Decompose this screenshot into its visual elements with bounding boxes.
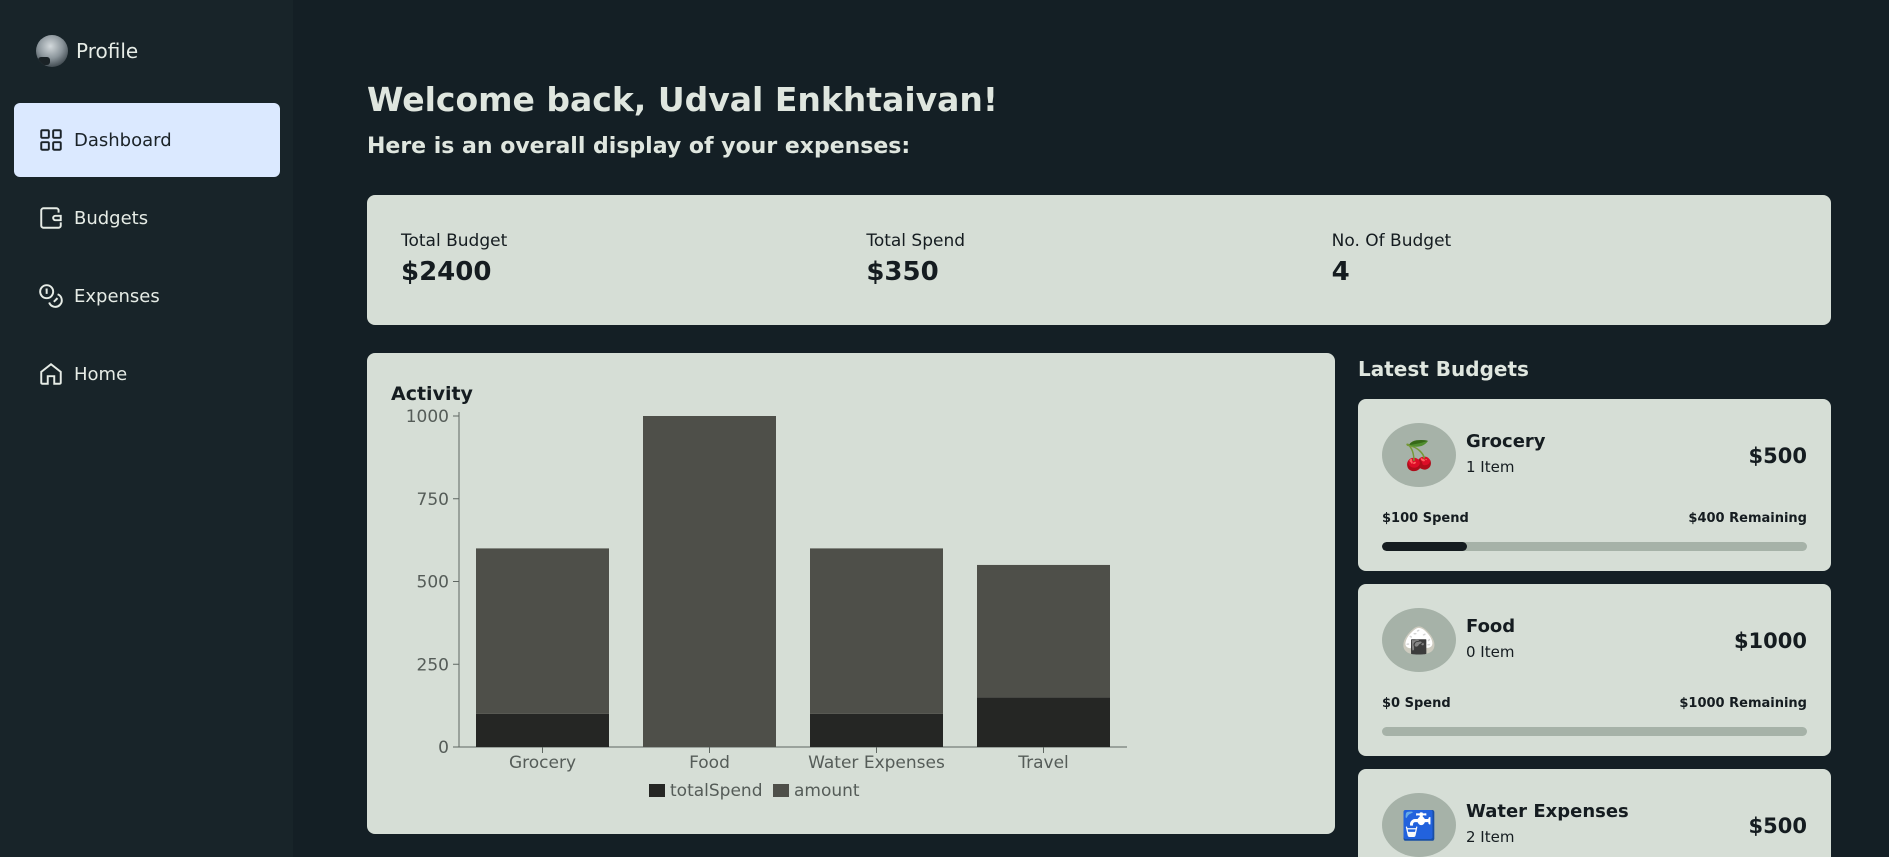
- stat-value: 4: [1331, 257, 1350, 287]
- y-tick-label: 750: [417, 490, 449, 510]
- budget-progress-fill: [1382, 542, 1467, 551]
- x-tick-label: Grocery: [509, 753, 576, 773]
- stat-value: $2400: [401, 257, 492, 287]
- stat-label: Total Budget: [401, 231, 508, 251]
- y-tick-label: 0: [438, 738, 449, 758]
- rice-ball-icon: 🍙: [1382, 608, 1456, 672]
- budget-progress-bar: [1382, 542, 1807, 551]
- budget-progress-bar: [1382, 727, 1807, 736]
- page-title: Welcome back, Udval Enkhtaivan!: [367, 80, 998, 119]
- bar-amount: [977, 564, 1110, 698]
- stat-budget-count: No. Of Budget 4: [1332, 231, 1797, 325]
- budget-card-grocery[interactable]: 🍒 Grocery 1 Item $500 $100 Spend $400 Re…: [1358, 399, 1831, 571]
- stats-card: Total Budget $2400 Total Spend $350 No. …: [367, 195, 1831, 325]
- sidebar-item-label: Home: [74, 363, 128, 385]
- sidebar-item-dashboard[interactable]: Dashboard: [14, 103, 280, 177]
- activity-chart: 0 250 500 750 1000 Grocery Food Water Expenses T…: [406, 407, 1127, 801]
- sidebar: Profile Dashboard Budgets Expenses Home: [0, 0, 293, 857]
- y-tick-label: 250: [417, 655, 449, 675]
- x-tick-label: Water Expenses: [808, 753, 945, 773]
- dashboard-icon: [38, 127, 64, 153]
- sidebar-item-home[interactable]: Home: [14, 337, 280, 411]
- cherries-icon: 🍒: [1382, 423, 1456, 487]
- sidebar-item-budgets[interactable]: Budgets: [14, 181, 280, 255]
- bar-totalSpend: [476, 713, 609, 747]
- stat-label: Total Spend: [866, 231, 966, 251]
- y-tick-label: 1000: [406, 407, 449, 427]
- avatar: [36, 35, 68, 67]
- legend-swatch: [773, 784, 789, 797]
- budget-amount: $500: [1748, 814, 1807, 838]
- budget-spend: $100 Spend: [1382, 511, 1469, 526]
- bar-totalSpend: [810, 713, 943, 747]
- sidebar-item-label: Expenses: [74, 285, 160, 307]
- page-subtitle: Here is an overall display of your expen…: [367, 134, 911, 159]
- stat-value: $350: [866, 257, 939, 287]
- stat-label: No. Of Budget: [1331, 231, 1452, 251]
- budget-name: Food: [1466, 616, 1516, 637]
- x-tick-label: Travel: [1017, 753, 1069, 773]
- sidebar-item-expenses[interactable]: Expenses: [14, 259, 280, 333]
- budget-remaining: $400 Remaining: [1688, 511, 1807, 526]
- budget-card-food[interactable]: 🍙 Food 0 Item $1000 $0 Spend $1000 Remai…: [1358, 584, 1831, 756]
- activity-card: Activity 0 250 500 750 1000 Grocery Food Water …: [367, 353, 1335, 834]
- sidebar-item-label: Budgets: [74, 207, 149, 229]
- stat-total-budget: Total Budget $2400: [401, 231, 866, 325]
- profile-label: Profile: [76, 39, 139, 63]
- legend-label: totalSpend: [670, 781, 762, 801]
- profile-button[interactable]: Profile: [36, 33, 138, 69]
- budget-remaining: $1000 Remaining: [1679, 696, 1807, 711]
- x-tick-label: Food: [689, 753, 730, 773]
- budget-amount: $1000: [1733, 629, 1807, 653]
- home-icon: [38, 361, 64, 387]
- legend-label: amount: [794, 781, 860, 801]
- sidebar-nav: Dashboard Budgets Expenses Home: [14, 103, 280, 415]
- potable-water-icon: 🚰: [1382, 793, 1456, 857]
- coins-icon: [38, 283, 64, 309]
- legend-swatch: [649, 784, 665, 797]
- y-tick-label: 500: [417, 573, 449, 593]
- latest-budgets-title: Latest Budgets: [1358, 357, 1529, 381]
- budget-name: Grocery: [1466, 431, 1546, 452]
- stat-total-spend: Total Spend $350: [866, 231, 1331, 325]
- sidebar-item-label: Dashboard: [74, 129, 172, 151]
- budget-name: Water Expenses: [1466, 801, 1629, 822]
- wallet-icon: [38, 205, 64, 231]
- budget-amount: $500: [1748, 444, 1807, 468]
- bar-totalSpend: [977, 697, 1110, 747]
- budget-item-count: 0 Item: [1466, 643, 1515, 661]
- bar-amount: [643, 416, 776, 747]
- budget-spend: $0 Spend: [1382, 696, 1451, 711]
- budget-card-water-expenses[interactable]: 🚰 Water Expenses 2 Item $500: [1358, 769, 1831, 857]
- bar-amount: [476, 548, 609, 714]
- bar-amount: [810, 548, 943, 714]
- budget-item-count: 1 Item: [1466, 458, 1515, 476]
- budget-item-count: 2 Item: [1466, 828, 1515, 846]
